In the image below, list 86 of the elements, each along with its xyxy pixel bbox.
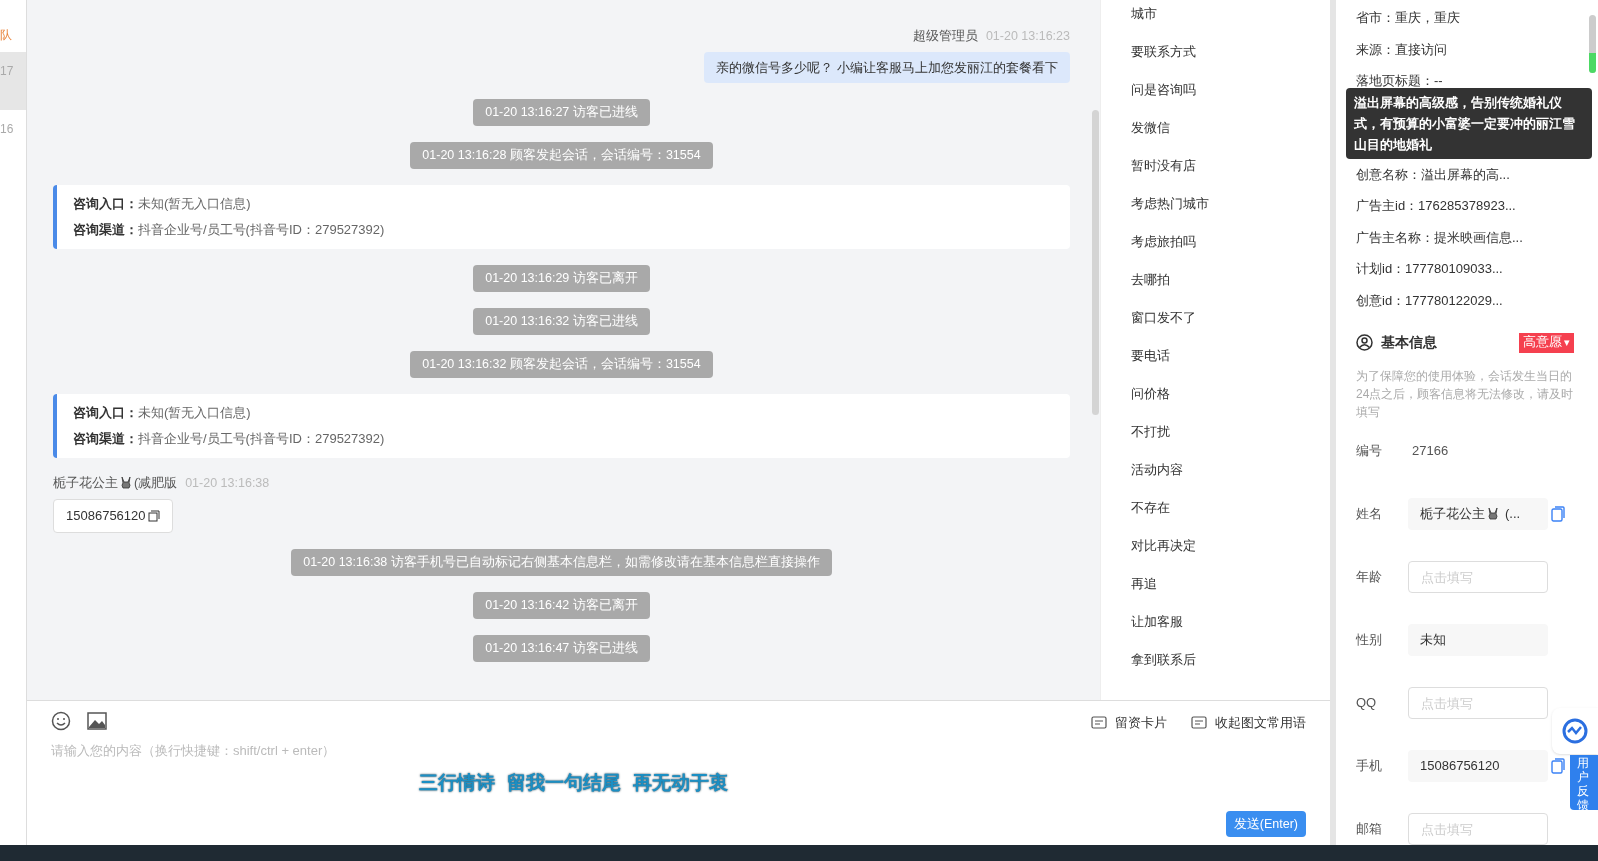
quick-phrase[interactable]: 活动内容: [1131, 460, 1330, 498]
info-label: 咨询渠道：: [73, 221, 138, 240]
composer-tool-button[interactable]: 留资卡片: [1091, 713, 1167, 733]
source-info-row-text: 创意id：177780122029...: [1356, 291, 1504, 310]
source-info-row-text: 落地页标题：--: [1356, 72, 1444, 90]
system-notice: 01-20 13:16:29 访客已离开: [473, 264, 650, 292]
field-label: 年龄: [1356, 568, 1383, 587]
visitor-message-bubble: 15086756120: [53, 498, 173, 533]
sender-name: 超级管理员: [912, 28, 978, 45]
quick-phrase[interactable]: 暂时没有店: [1131, 156, 1330, 194]
image-icon[interactable]: [87, 711, 107, 730]
quick-phrase[interactable]: 考虑旅拍吗: [1131, 232, 1330, 270]
source-info-row-text: 广告主名称：提米映画信息...: [1356, 228, 1524, 247]
info-value: 未知(暂无入口信息): [138, 194, 251, 213]
copy-icon[interactable]: [1551, 758, 1565, 775]
copy-icon[interactable]: [1551, 506, 1565, 523]
info-value: 未知(暂无入口信息): [138, 403, 251, 422]
emoji-icon[interactable]: [51, 710, 71, 731]
quick-phrase[interactable]: 对比再决定: [1131, 536, 1330, 574]
quick-phrase[interactable]: 去哪拍: [1131, 270, 1330, 308]
field-label: 性别: [1356, 631, 1383, 650]
field-label: QQ: [1356, 694, 1378, 713]
message-icon: [1191, 715, 1207, 730]
filled-field[interactable]: 栀子花公主 (...: [1408, 498, 1548, 531]
lyrics-text: 再无动于衷: [633, 770, 728, 795]
field-label: 邮箱: [1356, 820, 1383, 839]
sender-name-suffix: (减肥版: [134, 474, 178, 492]
assistant-widget[interactable]: [1552, 708, 1598, 754]
quick-phrase[interactable]: 不存在: [1131, 498, 1330, 536]
lyrics-text: 留我一句结尾: [507, 770, 621, 795]
quick-phrase[interactable]: 窗口发不了: [1131, 308, 1330, 346]
source-info-row-text: 计划id：177780109033...: [1356, 260, 1504, 279]
feedback-tab[interactable]: 用户反馈: [1570, 755, 1598, 810]
info-note: 为了保障您的使用体验，会话发生当日的24点之后，顾客信息将无法修改，请及时填写: [1356, 368, 1575, 422]
wave-circle-icon: [1562, 718, 1588, 744]
quick-phrase[interactable]: 问是咨询吗: [1131, 80, 1330, 118]
rabbit-icon: [1486, 507, 1500, 522]
system-notice: 01-20 13:16:28 顾客发起会话，会话编号：31554: [410, 141, 713, 169]
system-notice: 01-20 13:16:42 访客已离开: [473, 591, 650, 619]
quick-phrase[interactable]: 要联系方式: [1131, 42, 1330, 80]
message-icon: [1091, 715, 1107, 730]
info-value: 抖音企业号/员工号(抖音号ID：279527392): [138, 221, 385, 240]
info-label: 咨询入口：: [73, 403, 138, 422]
intent-dropdown[interactable]: 高意愿 ▾: [1519, 332, 1574, 353]
source-info-row-text: 省市：重庆，重庆: [1356, 9, 1461, 27]
agent-message-bubble: 亲的微信号多少呢？ 小编让客服马上加您发丽江的套餐看下: [704, 51, 1070, 83]
system-notice: 01-20 13:16:32 顾客发起会话，会话编号：31554: [410, 350, 713, 378]
quick-phrase[interactable]: 要电话: [1131, 346, 1330, 384]
message-time: 01-20 13:16:23: [985, 28, 1070, 45]
field-label: 编号: [1356, 442, 1383, 461]
caret-icon: ▾: [1564, 334, 1570, 351]
system-notice: 01-20 13:16:27 访客已进线: [473, 98, 650, 126]
source-info-row-text: 广告主id：176285378923...: [1356, 197, 1517, 216]
source-info-row-text: 创意名称：溢出屏幕的高...: [1356, 165, 1511, 184]
quick-phrase[interactable]: 不打扰: [1131, 422, 1330, 460]
field-label: 手机: [1356, 757, 1383, 776]
filled-field[interactable]: 未知: [1408, 624, 1548, 657]
field-value: 27166: [1411, 442, 1449, 461]
composer-tool-button[interactable]: 收起图文常用语: [1191, 713, 1306, 733]
sender-name: 栀子花公主: [53, 474, 118, 492]
copy-icon[interactable]: [147, 509, 160, 522]
message-time: 01-20 13:16:38: [185, 474, 270, 492]
scrollbar-thumb[interactable]: [1092, 110, 1099, 415]
info-label: 咨询渠道：: [73, 430, 138, 449]
scrollbar-thumb[interactable]: [1589, 15, 1596, 73]
rabbit-icon: [119, 476, 133, 491]
info-value: 抖音企业号/员工号(抖音号ID：279527392): [138, 430, 385, 449]
field-label: 姓名: [1356, 505, 1383, 524]
quick-phrase[interactable]: 考虑热门城市: [1131, 194, 1330, 232]
filled-field[interactable]: 15086756120: [1408, 750, 1548, 783]
quick-phrase[interactable]: 发微信: [1131, 118, 1330, 156]
section-title: 基本信息: [1381, 333, 1437, 353]
lyrics-text: 三行情诗: [419, 770, 495, 795]
quick-phrase[interactable]: 问价格: [1131, 384, 1330, 422]
info-label: 咨询入口：: [73, 194, 138, 213]
tooltip: 溢出屏幕的高级感，告别传统婚礼仪式，有预算的小富婆一定要冲的丽江雪山目的地婚礼: [1346, 88, 1592, 159]
quick-phrase[interactable]: 城市: [1131, 4, 1330, 42]
source-info-row-text: 来源：直接访问: [1356, 40, 1448, 59]
quick-phrase[interactable]: 让加客服: [1131, 612, 1330, 650]
system-notice: 01-20 13:16:47 访客已进线: [473, 634, 650, 662]
quick-phrase[interactable]: 再追: [1131, 574, 1330, 612]
user-circle-icon: [1356, 334, 1373, 352]
system-notice: 01-20 13:16:38 访客手机号已自动标记右侧基本信息栏，如需修改请在基本信息栏直接操作: [291, 548, 832, 576]
system-notice: 01-20 13:16:32 访客已进线: [473, 307, 650, 335]
quick-phrase[interactable]: 拿到联系后: [1131, 650, 1330, 688]
message-input[interactable]: 请输入您的内容（换行快捷键：shift/ctrl + enter）: [51, 740, 1306, 767]
